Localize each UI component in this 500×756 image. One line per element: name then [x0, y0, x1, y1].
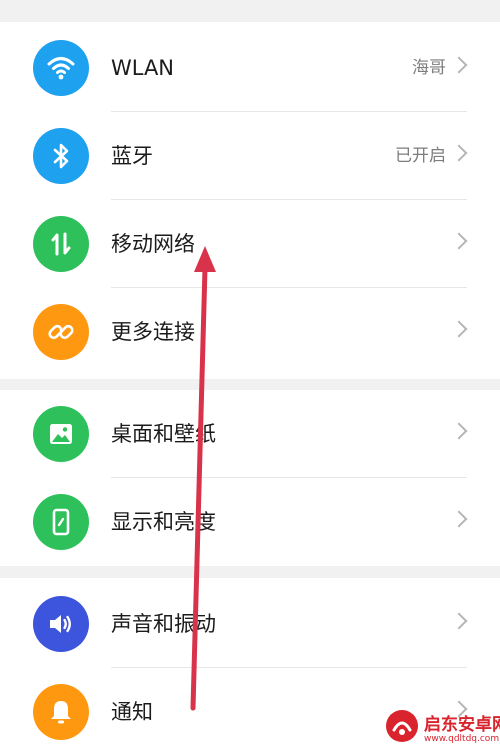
notifications-label: 通知 [111, 700, 153, 724]
phone-brightness-icon [33, 494, 89, 550]
home-wallpaper-label: 桌面和壁纸 [111, 422, 216, 446]
watermark-url: www.qdltdq.com [424, 734, 500, 744]
settings-item-wlan[interactable]: WLAN 海哥 [0, 24, 500, 112]
chevron-right-icon [450, 232, 468, 250]
bluetooth-icon [33, 128, 89, 184]
volume-icon [33, 596, 89, 652]
chevron-right-icon [450, 56, 468, 74]
image-icon [33, 406, 89, 462]
watermark: 启东安卓网 www.qdltdq.com [384, 706, 500, 752]
settings-item-sound-vibration[interactable]: 声音和振动 [0, 580, 500, 668]
settings-item-more-connections[interactable]: 更多连接 [0, 288, 500, 376]
watermark-title: 启东安卓网 [424, 715, 500, 735]
chevron-right-icon [450, 320, 468, 338]
settings-item-mobile-network[interactable]: 移动网络 [0, 200, 500, 288]
mobile-data-icon [33, 216, 89, 272]
bluetooth-value: 已开启 [395, 146, 446, 166]
settings-group-connectivity: WLAN 海哥 蓝牙 已开启 移动网络 更多连接 [0, 22, 500, 379]
settings-item-display-brightness[interactable]: 显示和亮度 [0, 478, 500, 566]
wlan-value: 海哥 [412, 58, 446, 78]
bluetooth-label: 蓝牙 [111, 144, 153, 168]
mobile-network-label: 移动网络 [111, 232, 195, 256]
chevron-right-icon [450, 510, 468, 528]
settings-item-bluetooth[interactable]: 蓝牙 已开启 [0, 112, 500, 200]
link-icon [33, 304, 89, 360]
wifi-icon [33, 40, 89, 96]
watermark-logo-icon [386, 710, 418, 742]
sound-vibration-label: 声音和振动 [111, 612, 216, 636]
chevron-right-icon [450, 422, 468, 440]
chevron-right-icon [450, 612, 468, 630]
wlan-label: WLAN [111, 56, 175, 80]
bell-icon [33, 684, 89, 740]
settings-item-home-wallpaper[interactable]: 桌面和壁纸 [0, 390, 500, 478]
settings-group-display: 桌面和壁纸 显示和亮度 [0, 390, 500, 566]
display-brightness-label: 显示和亮度 [111, 510, 216, 534]
chevron-right-icon [450, 144, 468, 162]
more-connections-label: 更多连接 [111, 320, 195, 344]
